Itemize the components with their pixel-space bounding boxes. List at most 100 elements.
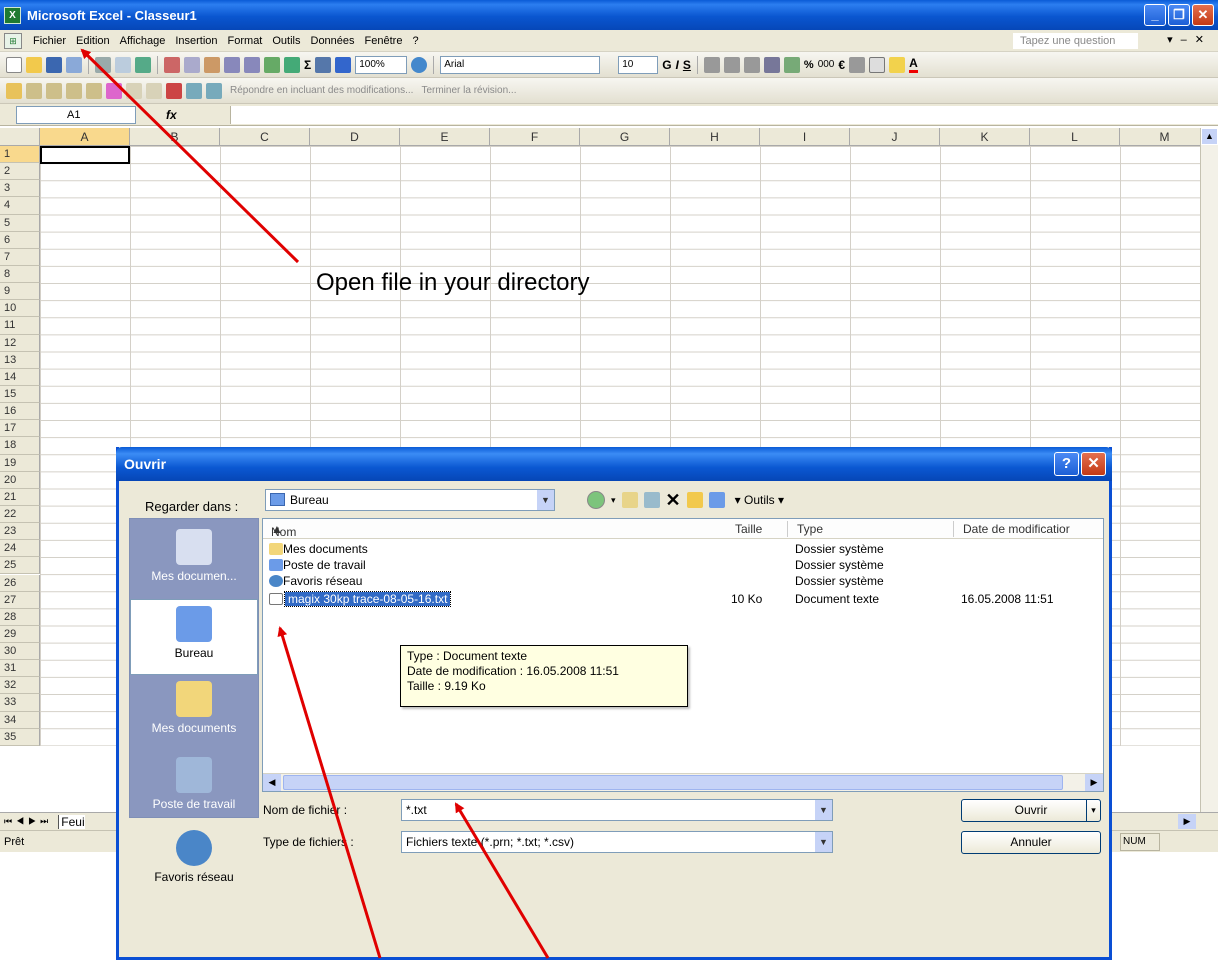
search-web-icon[interactable] bbox=[643, 492, 660, 508]
track-changes-icon[interactable] bbox=[126, 82, 142, 99]
show-comment-icon[interactable] bbox=[66, 82, 82, 99]
save-icon[interactable] bbox=[46, 56, 62, 73]
filetype-select[interactable]: Fichiers texte (*.prn; *.txt; *.csv) ▼ bbox=[401, 831, 833, 853]
align-right-icon[interactable] bbox=[743, 56, 760, 73]
dialog-close-button[interactable]: ✕ bbox=[1081, 452, 1106, 476]
zoom-combo[interactable]: 100% bbox=[355, 55, 408, 74]
new-comment-icon[interactable] bbox=[6, 82, 22, 99]
italic-button[interactable]: I bbox=[676, 58, 679, 72]
scroll-right-icon[interactable]: ▶ bbox=[1178, 814, 1196, 829]
end-review-label[interactable]: Terminer la révision... bbox=[421, 85, 516, 96]
row-header[interactable]: 29 bbox=[0, 625, 40, 644]
reviewing-pane-icon[interactable] bbox=[186, 82, 202, 99]
look-in-combo[interactable]: Bureau ▼ bbox=[265, 489, 555, 511]
place-recent[interactable]: Mes documen... bbox=[130, 523, 258, 599]
undo-icon[interactable] bbox=[224, 56, 240, 73]
workbook-window-controls[interactable]: ▾–✕ bbox=[1167, 33, 1212, 46]
column-divider[interactable] bbox=[787, 521, 788, 537]
show-all-comments-icon[interactable] bbox=[86, 82, 102, 99]
menu-insertion[interactable]: Insertion bbox=[170, 35, 222, 47]
row-header[interactable]: 4 bbox=[0, 197, 40, 215]
print-preview-icon[interactable] bbox=[115, 56, 131, 73]
dialog-help-button[interactable]: ? bbox=[1054, 452, 1079, 476]
delete-icon[interactable]: ✕ bbox=[666, 490, 681, 511]
row-header[interactable]: 27 bbox=[0, 591, 40, 609]
column-header[interactable]: H bbox=[670, 128, 760, 146]
hyperlink-icon[interactable] bbox=[264, 56, 280, 73]
column-header[interactable]: I bbox=[760, 128, 850, 146]
menu-donnees[interactable]: Données bbox=[306, 35, 360, 47]
open-icon[interactable] bbox=[26, 56, 42, 73]
paste-icon[interactable] bbox=[204, 56, 220, 73]
column-header[interactable]: E bbox=[400, 128, 490, 146]
restore-button[interactable]: ❐ bbox=[1168, 4, 1190, 26]
new-icon[interactable] bbox=[6, 56, 22, 73]
delete-comment-icon[interactable] bbox=[106, 82, 122, 99]
menu-affichage[interactable]: Affichage bbox=[115, 35, 171, 47]
open-button[interactable]: Ouvrir ▾ bbox=[961, 799, 1101, 822]
borders-icon[interactable] bbox=[869, 56, 886, 73]
font-combo[interactable]: Arial bbox=[440, 55, 601, 74]
row-header[interactable]: 24 bbox=[0, 540, 40, 558]
autosum-icon[interactable]: Σ bbox=[304, 58, 311, 72]
euro-icon[interactable]: € bbox=[838, 58, 845, 72]
scroll-up-icon[interactable]: ▲ bbox=[1201, 128, 1218, 145]
reject-change-icon[interactable] bbox=[166, 82, 182, 99]
open-options-chevron-icon[interactable]: ▾ bbox=[1086, 800, 1100, 821]
row-header[interactable]: 11 bbox=[0, 317, 40, 335]
font-color-icon[interactable]: A bbox=[909, 56, 918, 73]
column-header[interactable]: A bbox=[40, 128, 130, 146]
sheet-tab[interactable]: Feui bbox=[58, 814, 85, 829]
filename-input[interactable]: *.txt ▼ bbox=[401, 799, 833, 821]
list-item[interactable]: Poste de travail Dossier système bbox=[263, 557, 1103, 573]
row-header[interactable]: 32 bbox=[0, 677, 40, 695]
column-header[interactable]: J bbox=[850, 128, 940, 146]
scroll-right-icon[interactable]: ▶ bbox=[1085, 774, 1103, 791]
help-search-input[interactable]: Tapez une question bbox=[1013, 33, 1138, 49]
row-header[interactable]: 3 bbox=[0, 180, 40, 198]
up-folder-icon[interactable] bbox=[621, 492, 638, 508]
row-header[interactable]: 16 bbox=[0, 403, 40, 421]
spelling-icon[interactable] bbox=[135, 56, 151, 73]
place-network[interactable]: Favoris réseau bbox=[130, 824, 258, 900]
fill-color-icon[interactable] bbox=[889, 56, 906, 73]
place-my-computer[interactable]: Poste de travail bbox=[130, 751, 258, 827]
tools-menu[interactable]: ▾ Outils ▾ bbox=[735, 493, 784, 507]
name-box[interactable]: A1 bbox=[16, 105, 136, 124]
file-list-scrollbar[interactable]: ◀ ▶ bbox=[263, 773, 1103, 791]
vertical-scrollbar[interactable]: ▲ bbox=[1200, 128, 1218, 812]
redo-icon[interactable] bbox=[244, 56, 260, 73]
menu-edition[interactable]: Edition bbox=[71, 35, 115, 47]
menu-help[interactable]: ? bbox=[407, 35, 423, 47]
column-header[interactable]: F bbox=[490, 128, 580, 146]
column-header[interactable]: M bbox=[1120, 128, 1210, 146]
next-comment-icon[interactable] bbox=[46, 82, 62, 99]
back-icon[interactable] bbox=[587, 491, 605, 509]
send-mail-icon[interactable] bbox=[206, 82, 222, 99]
row-header[interactable]: 31 bbox=[0, 660, 40, 678]
row-header[interactable]: 6 bbox=[0, 231, 40, 249]
active-cell[interactable] bbox=[40, 146, 130, 164]
menu-outils[interactable]: Outils bbox=[267, 35, 305, 47]
row-header[interactable]: 18 bbox=[0, 437, 40, 455]
chevron-down-icon[interactable]: ▼ bbox=[814, 832, 832, 852]
row-header[interactable]: 10 bbox=[0, 300, 40, 318]
column-header[interactable]: B bbox=[130, 128, 220, 146]
copy-icon[interactable] bbox=[184, 56, 200, 73]
row-header[interactable]: 28 bbox=[0, 608, 40, 626]
function-icon[interactable]: fx bbox=[166, 108, 177, 122]
indent-icon[interactable] bbox=[849, 56, 866, 73]
chevron-down-icon[interactable]: ▼ bbox=[814, 800, 832, 820]
row-header[interactable]: 1 bbox=[0, 146, 40, 164]
column-header[interactable]: L bbox=[1030, 128, 1120, 146]
sort-icon[interactable] bbox=[315, 56, 332, 73]
column-name[interactable]: Nom ▲ bbox=[271, 522, 296, 539]
new-folder-icon[interactable] bbox=[686, 492, 703, 508]
column-date[interactable]: Date de modificatior bbox=[963, 522, 1070, 536]
row-header[interactable]: 5 bbox=[0, 214, 40, 232]
row-header[interactable]: 23 bbox=[0, 523, 40, 541]
row-header[interactable]: 20 bbox=[0, 471, 40, 489]
row-header[interactable]: 7 bbox=[0, 248, 40, 266]
reply-with-changes-label[interactable]: Répondre en incluant des modifications..… bbox=[230, 85, 413, 96]
bold-button[interactable]: G bbox=[662, 58, 671, 72]
